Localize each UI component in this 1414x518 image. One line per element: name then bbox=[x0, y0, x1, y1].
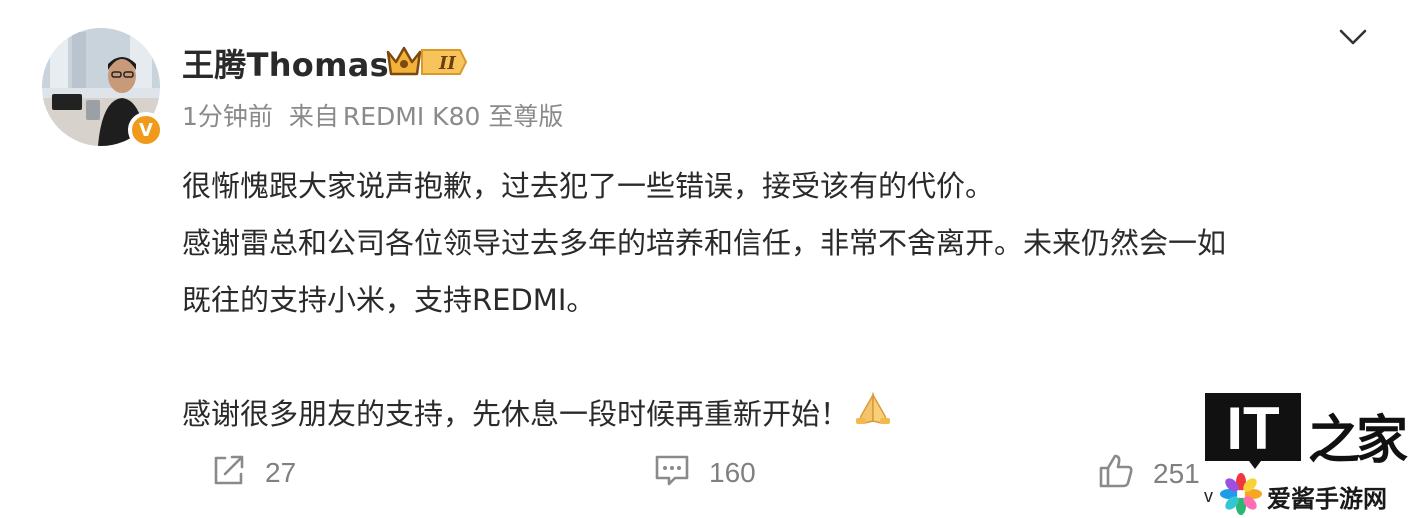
post-meta: 1分钟前 来自 REDMI K80 至尊版 bbox=[182, 97, 571, 133]
source-device[interactable]: REDMI K80 至尊版 bbox=[343, 102, 563, 131]
thumbs-up-icon bbox=[1097, 452, 1135, 495]
pinwheel-logo-icon bbox=[1219, 472, 1263, 518]
comment-button[interactable]: 160 bbox=[653, 452, 756, 493]
ithome-logo-suffix: 之家 bbox=[1308, 410, 1408, 471]
post-line: 感谢雷总和公司各位领导过去多年的培养和信任，非常不舍离开。未来仍然会一如 bbox=[182, 226, 1227, 260]
action-bar: 27 160 251 bbox=[0, 452, 1414, 502]
like-button[interactable]: 251 bbox=[1097, 452, 1200, 495]
site-v: v bbox=[1204, 486, 1213, 506]
like-count: 251 bbox=[1153, 457, 1200, 489]
post-line: 既往的支持小米，支持REDMI。 bbox=[182, 283, 596, 317]
folded-hands-emoji bbox=[853, 388, 893, 445]
post-time: 1分钟前 bbox=[182, 102, 273, 131]
post-line: 很惭愧跟大家说声抱歉，过去犯了一些错误，接受该有的代价。 bbox=[182, 169, 995, 203]
site-name: 爱酱手游网 bbox=[1267, 485, 1387, 513]
post-line: 感谢很多朋友的支持，先休息一段时候再重新开始！ bbox=[182, 397, 850, 431]
post-content: 很惭愧跟大家说声抱歉，过去犯了一些错误，接受该有的代价。 感谢雷总和公司各位领导… bbox=[182, 158, 1382, 445]
member-crown-badge-icon[interactable]: II bbox=[384, 42, 468, 87]
verified-badge-icon: V bbox=[128, 112, 164, 148]
site-watermark: v 爱酱手游网 bbox=[1204, 472, 1387, 518]
post-line-last: 感谢很多朋友的支持，先休息一段时候再重新开始！ bbox=[182, 386, 1382, 445]
member-level-text: II bbox=[438, 53, 456, 74]
comment-icon bbox=[653, 452, 691, 493]
repost-button[interactable]: 27 bbox=[211, 452, 296, 493]
it-logo-text: IT bbox=[1226, 395, 1279, 462]
author-name[interactable]: 王腾Thomas bbox=[182, 40, 389, 86]
share-icon bbox=[211, 452, 247, 493]
comment-count: 160 bbox=[709, 456, 756, 488]
repost-count: 27 bbox=[265, 456, 297, 488]
source-prefix: 来自 bbox=[288, 102, 339, 131]
avatar[interactable]: V bbox=[42, 28, 164, 148]
ithome-logo: IT bbox=[1205, 393, 1305, 474]
chevron-down-icon[interactable] bbox=[1338, 26, 1368, 48]
